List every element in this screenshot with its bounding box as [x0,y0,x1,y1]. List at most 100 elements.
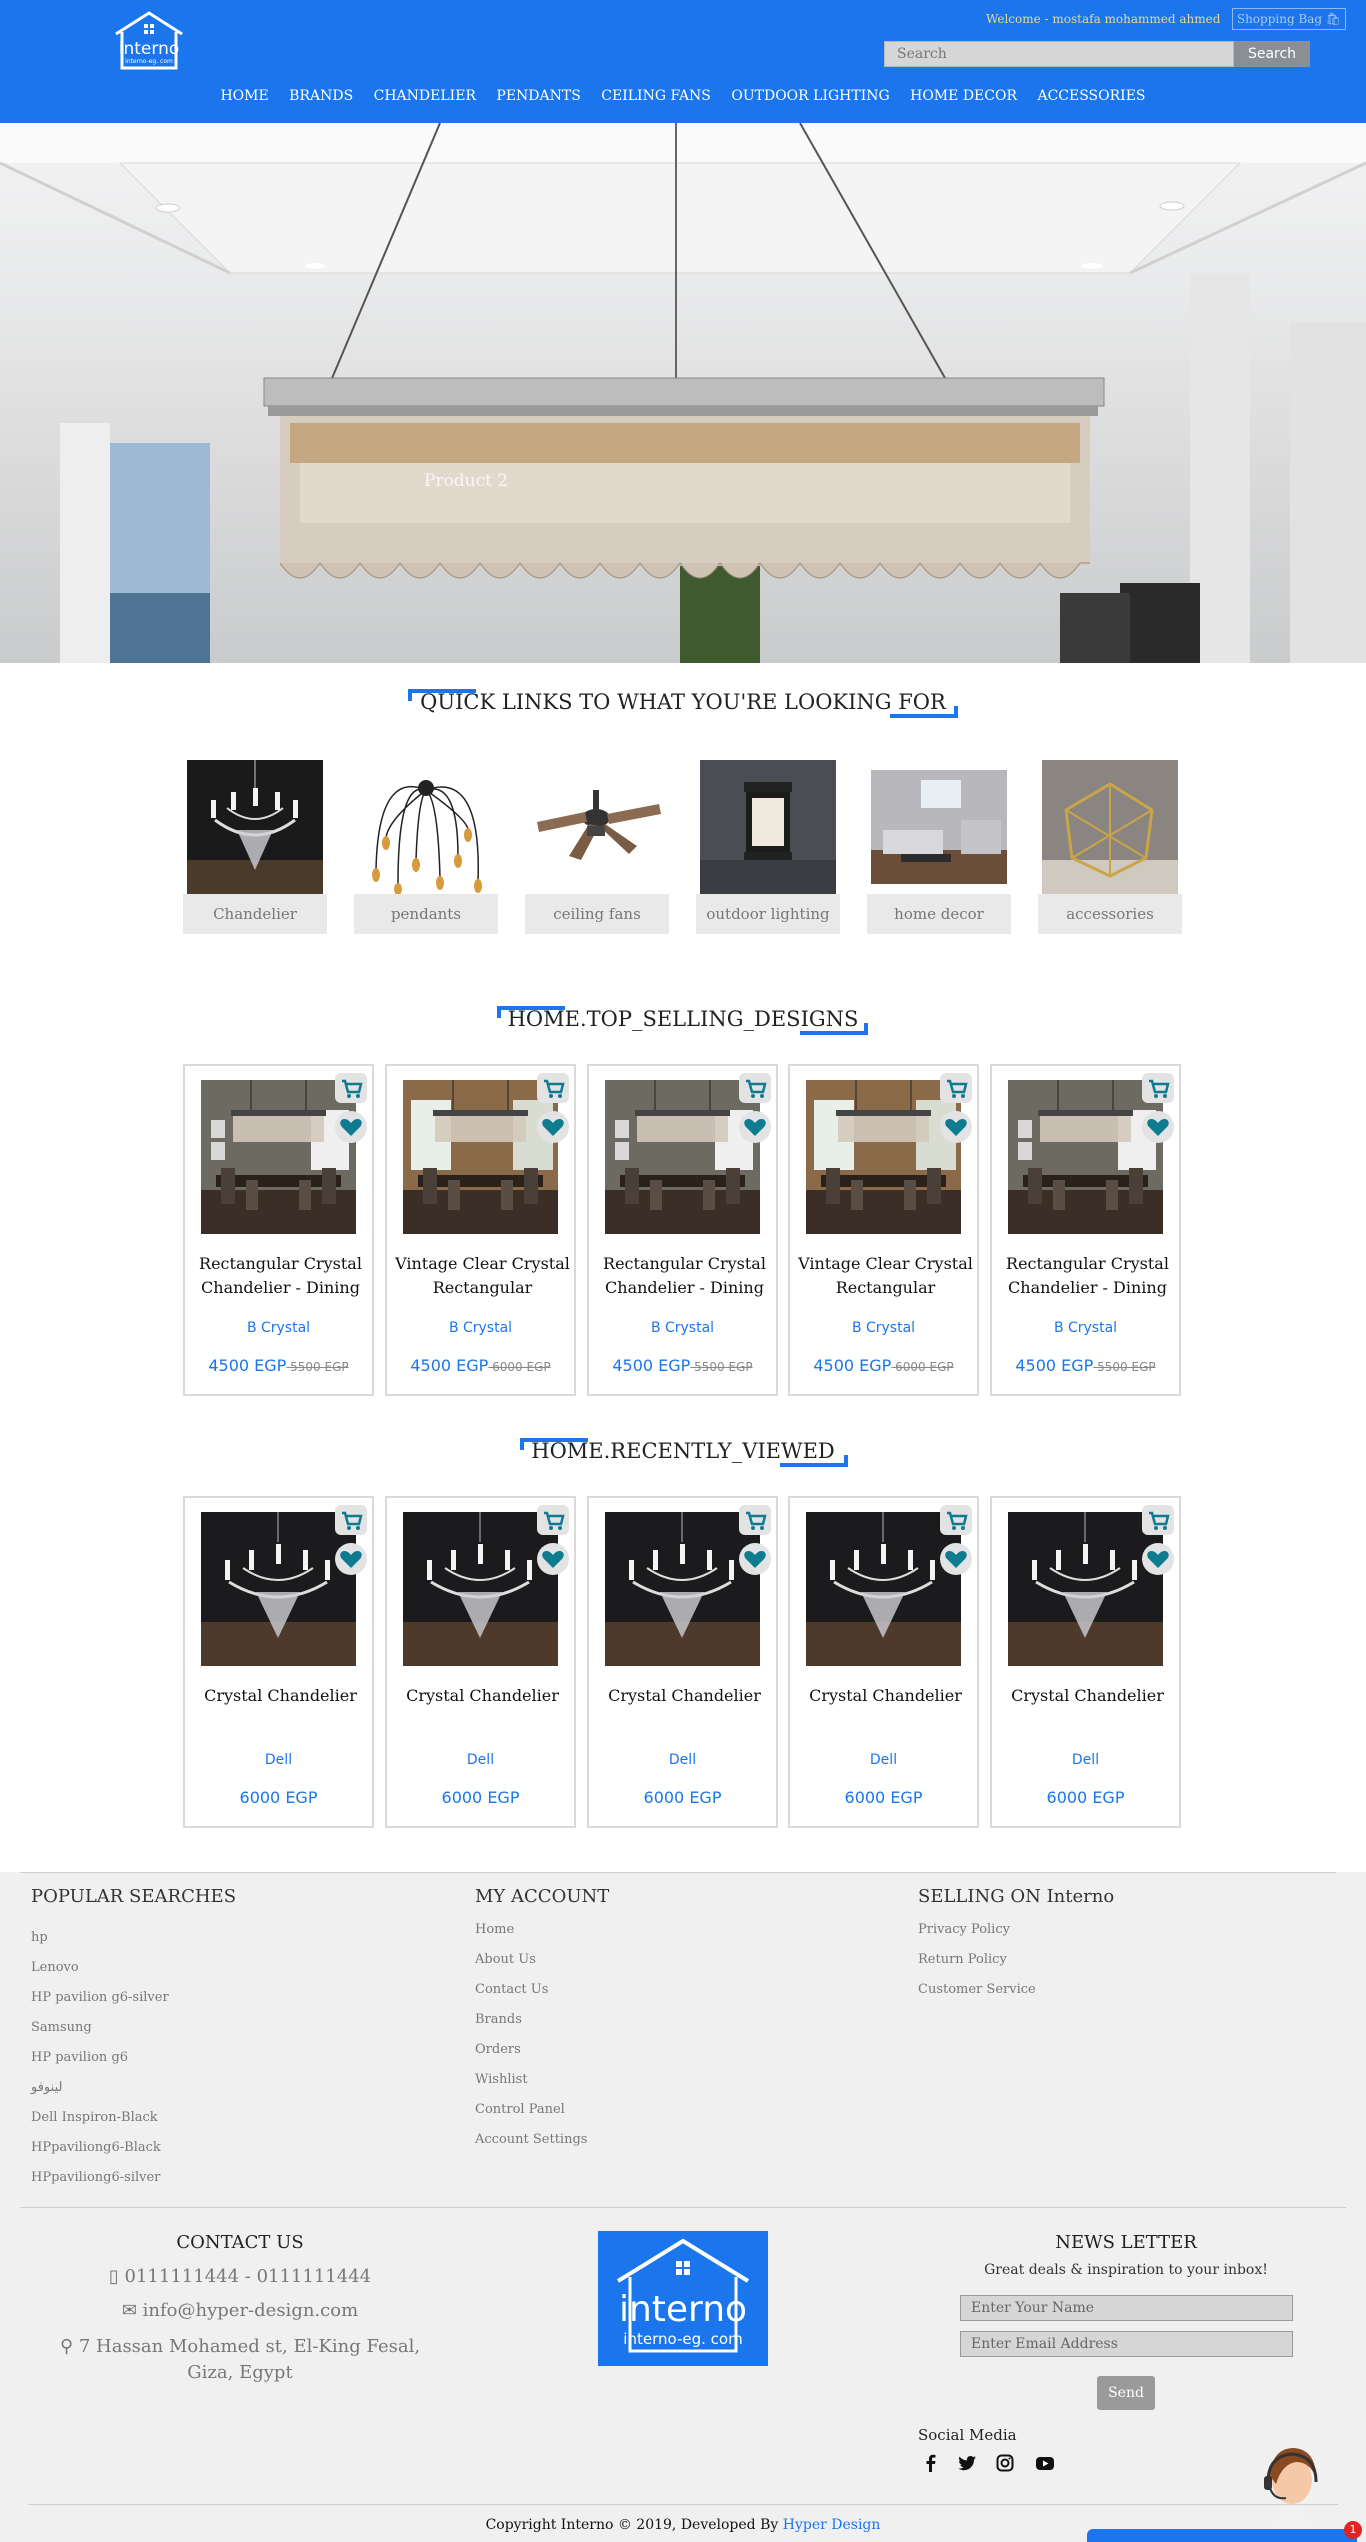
selling-link-return[interactable]: Return Policy [918,1952,1007,1967]
support-agent-avatar[interactable] [1252,2432,1332,2542]
product-title[interactable]: Rectangular Crystal Chandelier - Dining … [1000,1252,1175,1302]
product-image[interactable] [605,1512,760,1666]
wishlist-heart-icon[interactable] [1142,1543,1174,1575]
nav-home-decor[interactable]: HOME DECOR [910,88,1017,104]
product-card[interactable]: Vintage Clear Crystal Rectangular Chande… [385,1064,576,1396]
product-brand[interactable]: Dell [589,1752,776,1768]
product-card[interactable]: Crystal Chandelier Dell 6000 EGP [990,1496,1181,1828]
selling-link-service[interactable]: Customer Service [918,1982,1036,1997]
account-link-wishlist[interactable]: Wishlist [475,2072,528,2087]
newsletter-email-input[interactable]: Enter Email Address [960,2331,1293,2357]
newsletter-name-input[interactable]: Enter Your Name [960,2295,1293,2321]
add-to-cart-icon[interactable] [1142,1073,1174,1103]
product-card[interactable]: Rectangular Crystal Chandelier - Dining … [990,1064,1181,1396]
shopping-bag-button[interactable]: Shopping Bag 🛍 [1232,8,1346,30]
wishlist-heart-icon[interactable] [1142,1111,1174,1143]
popular-link[interactable]: Lenovo [31,1960,79,1975]
contact-email[interactable]: ✉ info@hyper-design.com [40,2298,440,2324]
product-brand[interactable]: B Crystal [387,1320,574,1336]
product-image[interactable] [403,1512,558,1666]
product-card[interactable]: Rectangular Crystal Chandelier - Dining … [587,1064,778,1396]
account-link-orders[interactable]: Orders [475,2042,521,2057]
popular-link[interactable]: hp [31,1930,48,1945]
popular-link[interactable]: HPpaviliong6-Black [31,2140,161,2155]
add-to-cart-icon[interactable] [739,1073,771,1103]
product-card[interactable]: Crystal Chandelier Dell 6000 EGP [587,1496,778,1828]
product-title[interactable]: Rectangular Crystal Chandelier - Dining … [597,1252,772,1302]
account-link-control-panel[interactable]: Control Panel [475,2102,565,2117]
popular-link[interactable]: لينوفو [31,2080,62,2095]
quick-link-home-decor[interactable]: home decor [867,760,1011,934]
add-to-cart-icon[interactable] [335,1505,367,1535]
developer-link[interactable]: Hyper Design [783,2517,881,2533]
popular-link[interactable]: Dell Inspiron-Black [31,2110,158,2125]
wishlist-heart-icon[interactable] [940,1543,972,1575]
footer-logo[interactable]: interno interno-eg. com [598,2231,768,2366]
nav-chandelier[interactable]: CHANDELIER [374,88,476,104]
product-card[interactable]: Crystal Chandelier Dell 6000 EGP [385,1496,576,1828]
wishlist-heart-icon[interactable] [537,1543,569,1575]
search-input[interactable]: Search [884,41,1234,67]
product-card[interactable]: Vintage Clear Crystal Rectangular Chande… [788,1064,979,1396]
account-link-contact[interactable]: Contact Us [475,1982,548,1997]
wishlist-heart-icon[interactable] [739,1111,771,1143]
quick-link-ceiling-fans[interactable]: ceiling fans [525,760,669,934]
popular-link[interactable]: Samsung [31,2020,92,2035]
product-title[interactable]: Vintage Clear Crystal Rectangular Chande… [798,1252,973,1302]
account-link-about[interactable]: About Us [475,1952,536,1967]
quick-link-outdoor-lighting[interactable]: outdoor lighting [696,760,840,934]
product-title[interactable]: Crystal Chandelier [597,1684,772,1734]
product-image[interactable] [605,1080,760,1234]
wishlist-heart-icon[interactable] [940,1111,972,1143]
youtube-icon[interactable] [1034,2452,1056,2474]
nav-accessories[interactable]: ACCESSORIES [1037,88,1145,104]
product-card[interactable]: Crystal Chandelier Dell 6000 EGP [183,1496,374,1828]
quick-link-pendants[interactable]: pendants [354,760,498,934]
hero-slider[interactable]: Product 2 [0,123,1366,663]
account-link-brands[interactable]: Brands [475,2012,522,2027]
add-to-cart-icon[interactable] [537,1505,569,1535]
product-title[interactable]: Crystal Chandelier [798,1684,973,1734]
product-brand[interactable]: Dell [387,1752,574,1768]
product-image[interactable] [806,1080,961,1234]
product-brand[interactable]: Dell [790,1752,977,1768]
site-logo[interactable]: interno interno-eg. com [110,10,188,72]
nav-pendants[interactable]: PENDANTS [496,88,580,104]
product-title[interactable]: Crystal Chandelier [1000,1684,1175,1734]
product-brand[interactable]: Dell [992,1752,1179,1768]
popular-link[interactable]: HPpaviliong6-silver [31,2170,160,2185]
product-image[interactable] [201,1512,356,1666]
product-brand[interactable]: B Crystal [790,1320,977,1336]
quick-link-chandelier[interactable]: Chandelier [183,760,327,934]
nav-home[interactable]: HOME [220,88,268,104]
popular-link[interactable]: HP pavilion g6 [31,2050,128,2065]
product-card[interactable]: Rectangular Crystal Chandelier - Dining … [183,1064,374,1396]
product-brand[interactable]: B Crystal [589,1320,776,1336]
chat-bar[interactable] [1087,2529,1357,2542]
account-link-settings[interactable]: Account Settings [475,2132,587,2147]
wishlist-heart-icon[interactable] [335,1543,367,1575]
product-brand[interactable]: B Crystal [185,1320,372,1336]
product-title[interactable]: Rectangular Crystal Chandelier - Dining … [193,1252,368,1302]
add-to-cart-icon[interactable] [1142,1505,1174,1535]
account-link-home[interactable]: Home [475,1922,514,1937]
add-to-cart-icon[interactable] [335,1073,367,1103]
wishlist-heart-icon[interactable] [537,1111,569,1143]
product-image[interactable] [806,1512,961,1666]
search-button[interactable]: Search [1234,41,1310,67]
add-to-cart-icon[interactable] [537,1073,569,1103]
add-to-cart-icon[interactable] [739,1505,771,1535]
add-to-cart-icon[interactable] [940,1073,972,1103]
newsletter-send-button[interactable]: Send [1097,2376,1155,2410]
nav-outdoor-lighting[interactable]: OUTDOOR LIGHTING [731,88,889,104]
product-image[interactable] [1008,1512,1163,1666]
wishlist-heart-icon[interactable] [739,1543,771,1575]
wishlist-heart-icon[interactable] [335,1111,367,1143]
product-title[interactable]: Crystal Chandelier [395,1684,570,1734]
add-to-cart-icon[interactable] [940,1505,972,1535]
nav-brands[interactable]: BRANDS [289,88,353,104]
product-image[interactable] [1008,1080,1163,1234]
product-title[interactable]: Crystal Chandelier [193,1684,368,1734]
product-brand[interactable]: B Crystal [992,1320,1179,1336]
product-title[interactable]: Vintage Clear Crystal Rectangular Chande… [395,1252,570,1302]
